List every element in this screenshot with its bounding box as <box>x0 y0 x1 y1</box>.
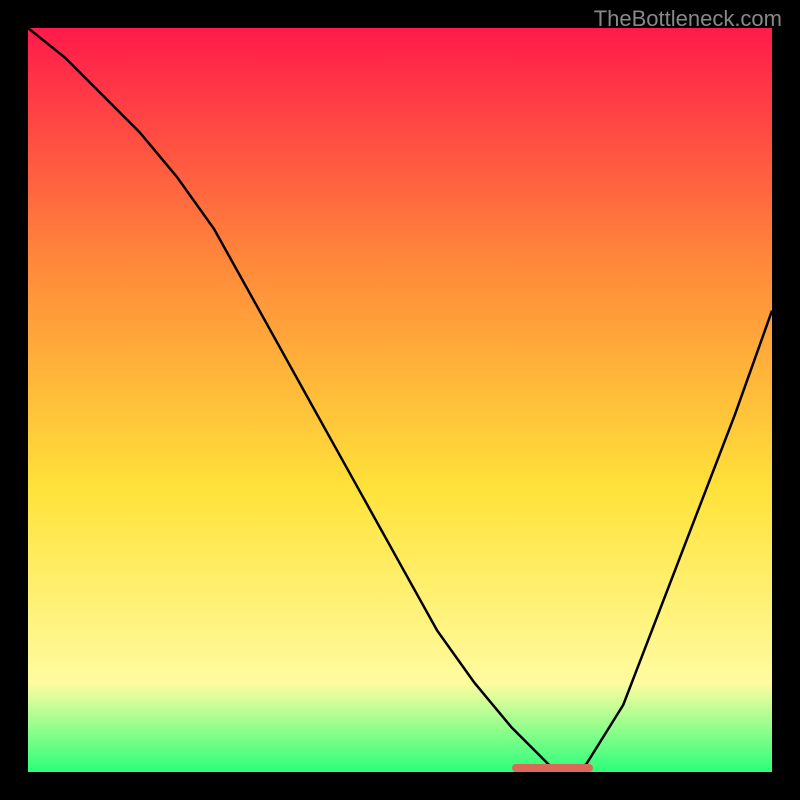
plot-area <box>28 28 772 772</box>
curve-line <box>28 28 772 772</box>
chart-container: TheBottleneck.com <box>0 0 800 800</box>
optimal-marker <box>512 764 594 772</box>
watermark-text: TheBottleneck.com <box>594 6 782 32</box>
